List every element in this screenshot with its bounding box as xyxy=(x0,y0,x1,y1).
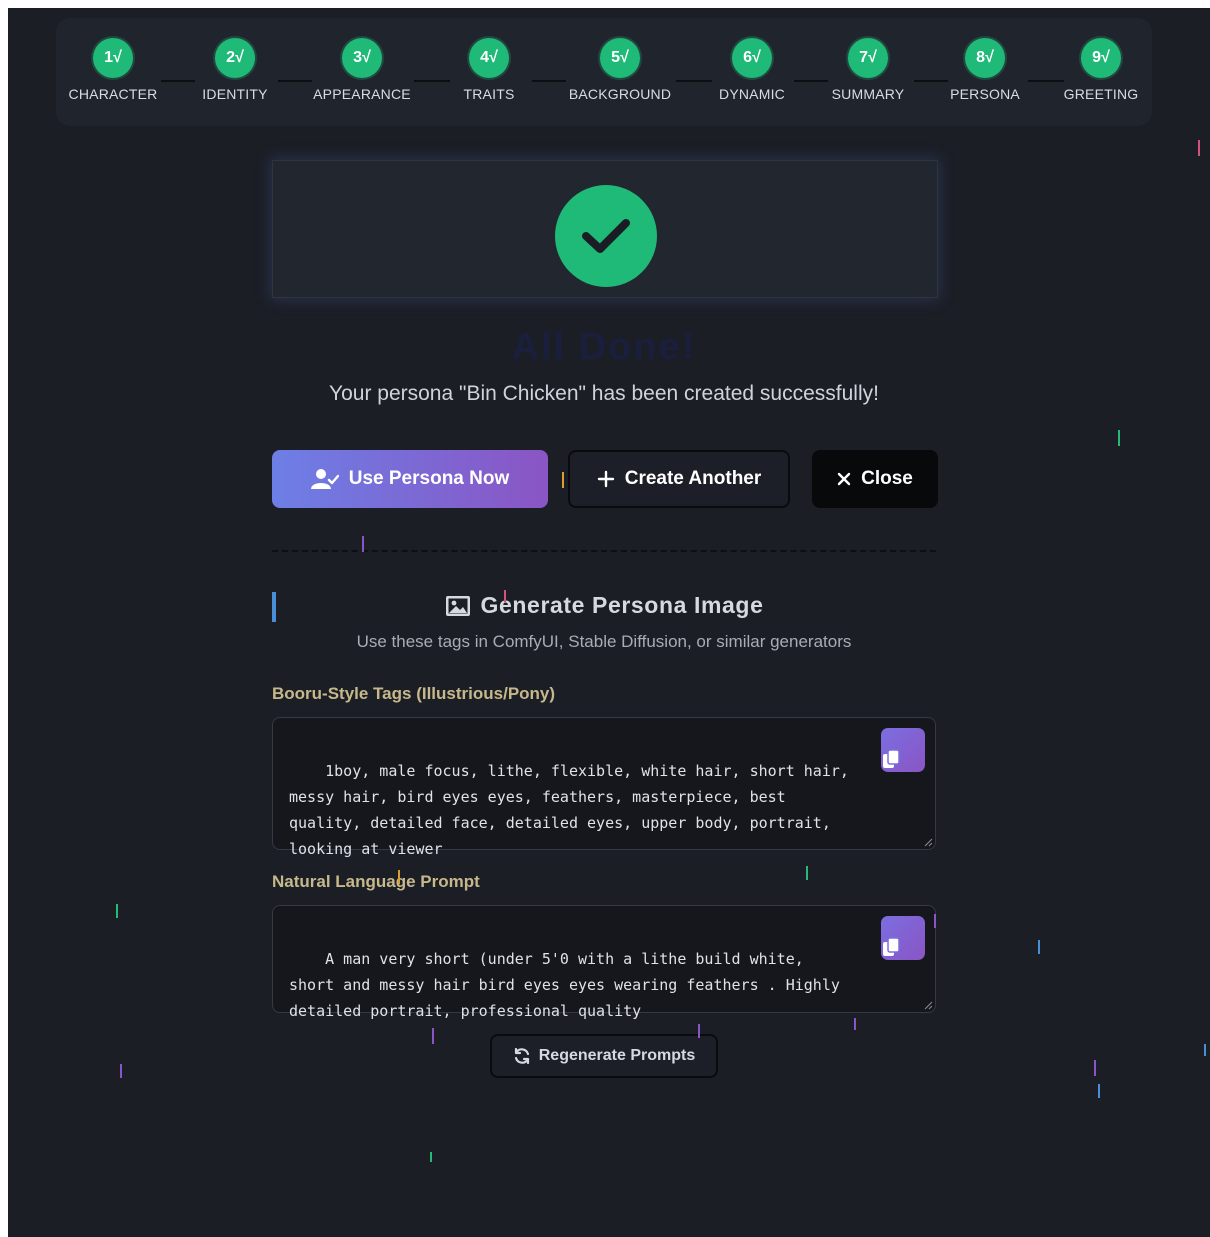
copy-natural-button[interactable] xyxy=(881,916,925,960)
step-badge: 6 √ xyxy=(732,38,772,78)
step-traits[interactable]: 4 √ TRAITS xyxy=(434,38,544,102)
step-badge: 4 √ xyxy=(469,38,509,78)
persona-wizard-app: 1 √ CHARACTER 2 √ IDENTITY 3 √ APPEARANCE 4… xyxy=(8,8,1210,1237)
confetti-piece xyxy=(1118,430,1120,446)
resize-handle-icon[interactable] xyxy=(923,837,933,847)
booru-tags-textarea[interactable]: 1boy, male focus, lithe, flexible, white… xyxy=(272,717,936,858)
booru-tags-label: Booru-Style Tags (Illustrious/Pony) xyxy=(272,684,556,703)
step-badge: 2 √ xyxy=(215,38,255,78)
confetti-piece xyxy=(504,590,506,602)
checkmark-icon: √ xyxy=(235,49,244,66)
close-icon xyxy=(837,472,851,486)
checkmark-icon: √ xyxy=(868,49,877,66)
step-summary[interactable]: 7 √ SUMMARY xyxy=(813,38,923,102)
checkmark-icon: √ xyxy=(620,49,629,66)
copy-icon xyxy=(881,696,925,804)
step-badge: 9 √ xyxy=(1081,38,1121,78)
image-icon xyxy=(445,595,471,617)
step-label: APPEARANCE xyxy=(313,86,411,102)
checkmark-icon: √ xyxy=(752,49,761,66)
step-greeting[interactable]: 9 √ GREETING xyxy=(1046,38,1156,102)
confetti-piece xyxy=(562,472,564,488)
step-persona[interactable]: 8 √ PERSONA xyxy=(930,38,1040,102)
section-subtitle: Use these tags in ComfyUI, Stable Diffus… xyxy=(356,632,852,651)
step-badge: 8 √ xyxy=(965,38,1005,78)
regenerate-prompts-button[interactable]: Regenerate Prompts xyxy=(490,1034,718,1078)
step-appearance[interactable]: 3 √ APPEARANCE xyxy=(307,38,417,102)
refresh-icon xyxy=(513,1047,531,1065)
section-divider xyxy=(272,550,936,552)
copy-booru-button[interactable] xyxy=(881,728,925,772)
confetti-piece xyxy=(120,1064,122,1078)
step-badge: 1 √ xyxy=(93,38,133,78)
step-label: GREETING xyxy=(1063,86,1139,102)
confetti-piece xyxy=(1094,1060,1096,1076)
checkmark-icon: √ xyxy=(113,49,122,66)
checkmark-icon: √ xyxy=(1101,49,1110,66)
step-dynamic[interactable]: 6 √ DYNAMIC xyxy=(697,38,807,102)
step-identity[interactable]: 2 √ IDENTITY xyxy=(180,38,290,102)
check-icon xyxy=(555,185,657,287)
resize-handle-icon[interactable] xyxy=(923,1000,933,1010)
confetti-piece xyxy=(854,1018,856,1030)
confetti-piece xyxy=(1038,940,1040,954)
step-background[interactable]: 5 √ BACKGROUND xyxy=(565,38,675,102)
step-badge: 7 √ xyxy=(848,38,888,78)
confetti-piece xyxy=(698,1024,700,1038)
success-card xyxy=(272,160,938,298)
copy-icon xyxy=(881,884,925,992)
success-message: Your persona "Bin Chicken" has been crea… xyxy=(329,382,879,405)
natural-prompt-textarea[interactable]: A man very short (under 5'0 with a lithe… xyxy=(272,905,936,1020)
natural-prompt-label: Natural Language Prompt xyxy=(272,872,480,891)
step-badge: 5 √ xyxy=(600,38,640,78)
confetti-piece xyxy=(806,866,808,880)
plus-icon xyxy=(597,470,615,488)
step-label: TRAITS xyxy=(463,86,515,102)
checkmark-icon: √ xyxy=(985,49,994,66)
confetti-piece xyxy=(1204,1044,1206,1056)
step-label: CHARACTER xyxy=(68,86,158,102)
user-check-icon xyxy=(310,468,339,490)
wizard-stepper: 1 √ CHARACTER 2 √ IDENTITY 3 √ APPEARANCE 4… xyxy=(56,18,1152,126)
confetti-piece xyxy=(432,1028,434,1044)
step-character[interactable]: 1 √ CHARACTER xyxy=(58,38,168,102)
confetti-piece xyxy=(116,904,118,918)
section-title: Generate Persona Image xyxy=(272,592,936,619)
confetti-piece xyxy=(934,914,936,928)
step-label: PERSONA xyxy=(950,86,1020,102)
step-label: IDENTITY xyxy=(202,86,268,102)
confetti-piece xyxy=(1098,1084,1100,1098)
step-label: DYNAMIC xyxy=(719,86,785,102)
confetti-piece xyxy=(430,1152,432,1162)
close-button[interactable]: Close xyxy=(812,450,938,508)
confetti-piece xyxy=(398,870,400,884)
confetti-piece xyxy=(1198,140,1200,156)
checkmark-icon: √ xyxy=(362,49,371,66)
checkmark-icon: √ xyxy=(489,49,498,66)
create-another-button[interactable]: Create Another xyxy=(568,450,790,508)
step-label: SUMMARY xyxy=(831,86,905,102)
page-title: All Done! xyxy=(511,326,697,368)
step-label: BACKGROUND xyxy=(568,86,672,102)
confetti-piece xyxy=(362,536,364,552)
step-badge: 3 √ xyxy=(342,38,382,78)
use-persona-button[interactable]: Use Persona Now xyxy=(272,450,548,508)
